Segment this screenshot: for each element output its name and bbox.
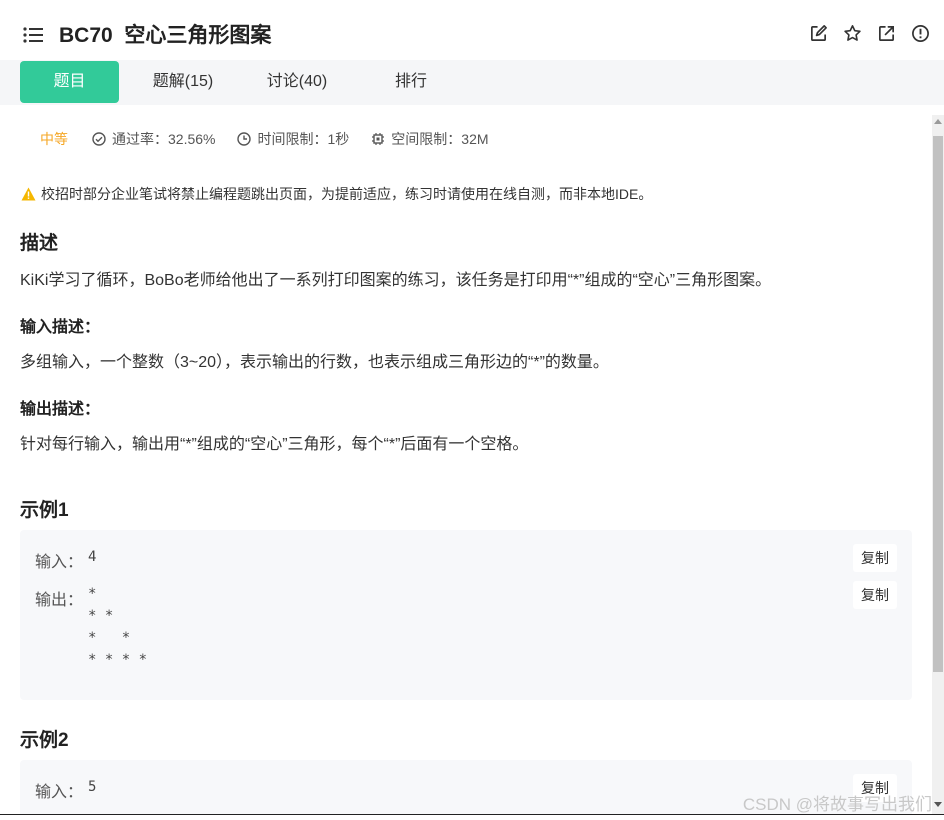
watermark: CSDN @将故事写出我们 <box>742 795 932 814</box>
description-heading: 描述 <box>20 233 59 254</box>
tab-ranking[interactable]: 排行 <box>362 61 460 103</box>
star-icon[interactable] <box>843 24 862 43</box>
tab-discussion[interactable]: 讨论(40) <box>248 61 346 103</box>
example1-heading: 示例1 <box>20 500 69 521</box>
problem-meta: 中等 通过率：32.56% 时间限制：1秒 空间限制：32M <box>40 129 511 149</box>
example1-box: 输入： 4 复制 输出： * * * * * * * * * 复制 <box>20 530 912 700</box>
header: BC70 空心三角形图案 <box>0 0 944 62</box>
output-desc-heading: 输出描述： <box>20 401 101 418</box>
time-limit: 时间限制：1秒 <box>257 131 350 147</box>
tab-bar: 题目 题解(15) 讨论(40) 排行 <box>0 60 944 105</box>
description-text: KiKi学习了循环，BoBo老师给他出了一系列打印图案的练习，该任务是打印用“*… <box>20 272 772 289</box>
info-icon[interactable] <box>911 24 930 43</box>
input-desc-text: 多组输入，一个整数（3~20），表示输出的行数，也表示组成三角形边的“*”的数量… <box>20 354 609 371</box>
notice-text: 校招时部分企业笔试将禁止编程题跳出页面，为提前适应，练习时请使用在线自测，而非本… <box>41 186 653 202</box>
header-actions <box>809 24 930 43</box>
example1-output-value: * * * * * * * * * <box>88 586 148 668</box>
external-link-icon[interactable] <box>877 24 896 43</box>
warning-icon <box>21 187 36 201</box>
chip-icon <box>372 133 385 145</box>
pass-rate: 通过率：32.56% <box>112 131 216 147</box>
tab-solutions[interactable]: 题解(15) <box>134 61 232 103</box>
space-limit: 空间限制：32M <box>391 131 489 147</box>
menu-icon[interactable] <box>23 27 43 43</box>
scroll-down-arrow-icon[interactable] <box>934 802 942 807</box>
scroll-up-arrow-icon[interactable] <box>934 119 942 124</box>
copy-output-button[interactable]: 复制 <box>853 581 897 609</box>
example1-input-label: 输入： <box>35 554 84 571</box>
example1-input-value: 4 <box>88 549 97 565</box>
output-desc-text: 针对每行输入，输出用“*”组成的“空心”三角形，每个“*”后面有一个空格。 <box>20 436 529 453</box>
example2-input-value: 5 <box>88 779 97 795</box>
edit-icon[interactable] <box>809 24 828 43</box>
example1-output-label: 输出： <box>35 592 84 609</box>
tab-problem[interactable]: 题目 <box>20 61 119 103</box>
difficulty-badge: 中等 <box>40 131 68 147</box>
copy-input-button[interactable]: 复制 <box>853 544 897 572</box>
page-title: BC70 空心三角形图案 <box>59 24 272 47</box>
notice-bar: 校招时部分企业笔试将禁止编程题跳出页面，为提前适应，练习时请使用在线自测，而非本… <box>21 184 652 204</box>
scrollbar-thumb[interactable] <box>933 136 943 672</box>
example2-input-label: 输入： <box>35 784 84 801</box>
problem-content: 中等 通过率：32.56% 时间限制：1秒 空间限制：32M 校招时部分企业笔试… <box>0 105 932 815</box>
clock-icon <box>237 132 252 146</box>
example2-heading: 示例2 <box>20 730 69 751</box>
check-circle-icon <box>92 132 106 146</box>
input-desc-heading: 输入描述： <box>20 319 101 336</box>
